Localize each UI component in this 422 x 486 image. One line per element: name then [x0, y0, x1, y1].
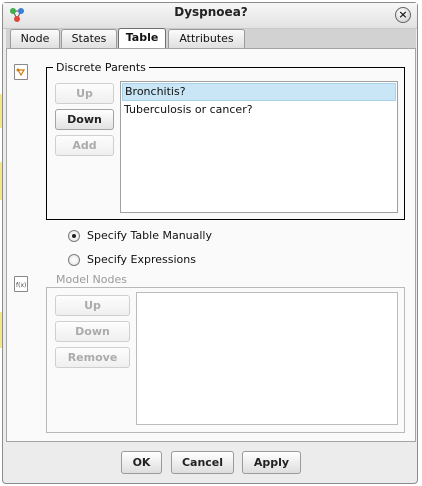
remove-button[interactable]: Remove: [55, 347, 130, 368]
discrete-parents-legend: Discrete Parents: [53, 61, 149, 74]
apply-button[interactable]: Apply: [242, 451, 301, 474]
radio-label[interactable]: Specify Table Manually: [87, 229, 212, 243]
tab-states[interactable]: States: [61, 29, 117, 49]
svg-text:f(x): f(x): [16, 282, 26, 289]
cancel-button[interactable]: Cancel: [171, 451, 234, 474]
list-item[interactable]: Tuberculosis or cancer?: [122, 102, 396, 118]
discrete-parents-icon: [14, 64, 28, 80]
model-nodes-icon: f(x): [14, 276, 28, 292]
list-item[interactable]: Bronchitis?: [122, 83, 396, 101]
radio-checked-dot: [72, 234, 76, 238]
up-button[interactable]: Up: [55, 295, 130, 316]
radio-specify-table-manually[interactable]: [68, 230, 80, 242]
model-nodes-legend: Model Nodes: [53, 273, 130, 286]
close-button[interactable]: ×: [395, 7, 411, 23]
up-button[interactable]: Up: [55, 83, 114, 104]
down-button[interactable]: Down: [55, 109, 114, 130]
tab-node[interactable]: Node: [10, 29, 60, 49]
discrete-parents-list[interactable]: Bronchitis? Tuberculosis or cancer?: [120, 81, 398, 213]
tab-attributes[interactable]: Attributes: [168, 29, 245, 49]
close-icon: ×: [398, 8, 408, 21]
window-title: Dyspnoea?: [174, 5, 248, 19]
ok-button[interactable]: OK: [121, 451, 162, 474]
model-nodes-list[interactable]: [136, 292, 398, 425]
radio-label[interactable]: Specify Expressions: [87, 253, 196, 267]
radio-specify-expressions[interactable]: [68, 254, 80, 266]
add-button[interactable]: Add: [55, 135, 114, 156]
down-button[interactable]: Down: [55, 321, 130, 342]
tab-table[interactable]: Table: [118, 28, 166, 50]
